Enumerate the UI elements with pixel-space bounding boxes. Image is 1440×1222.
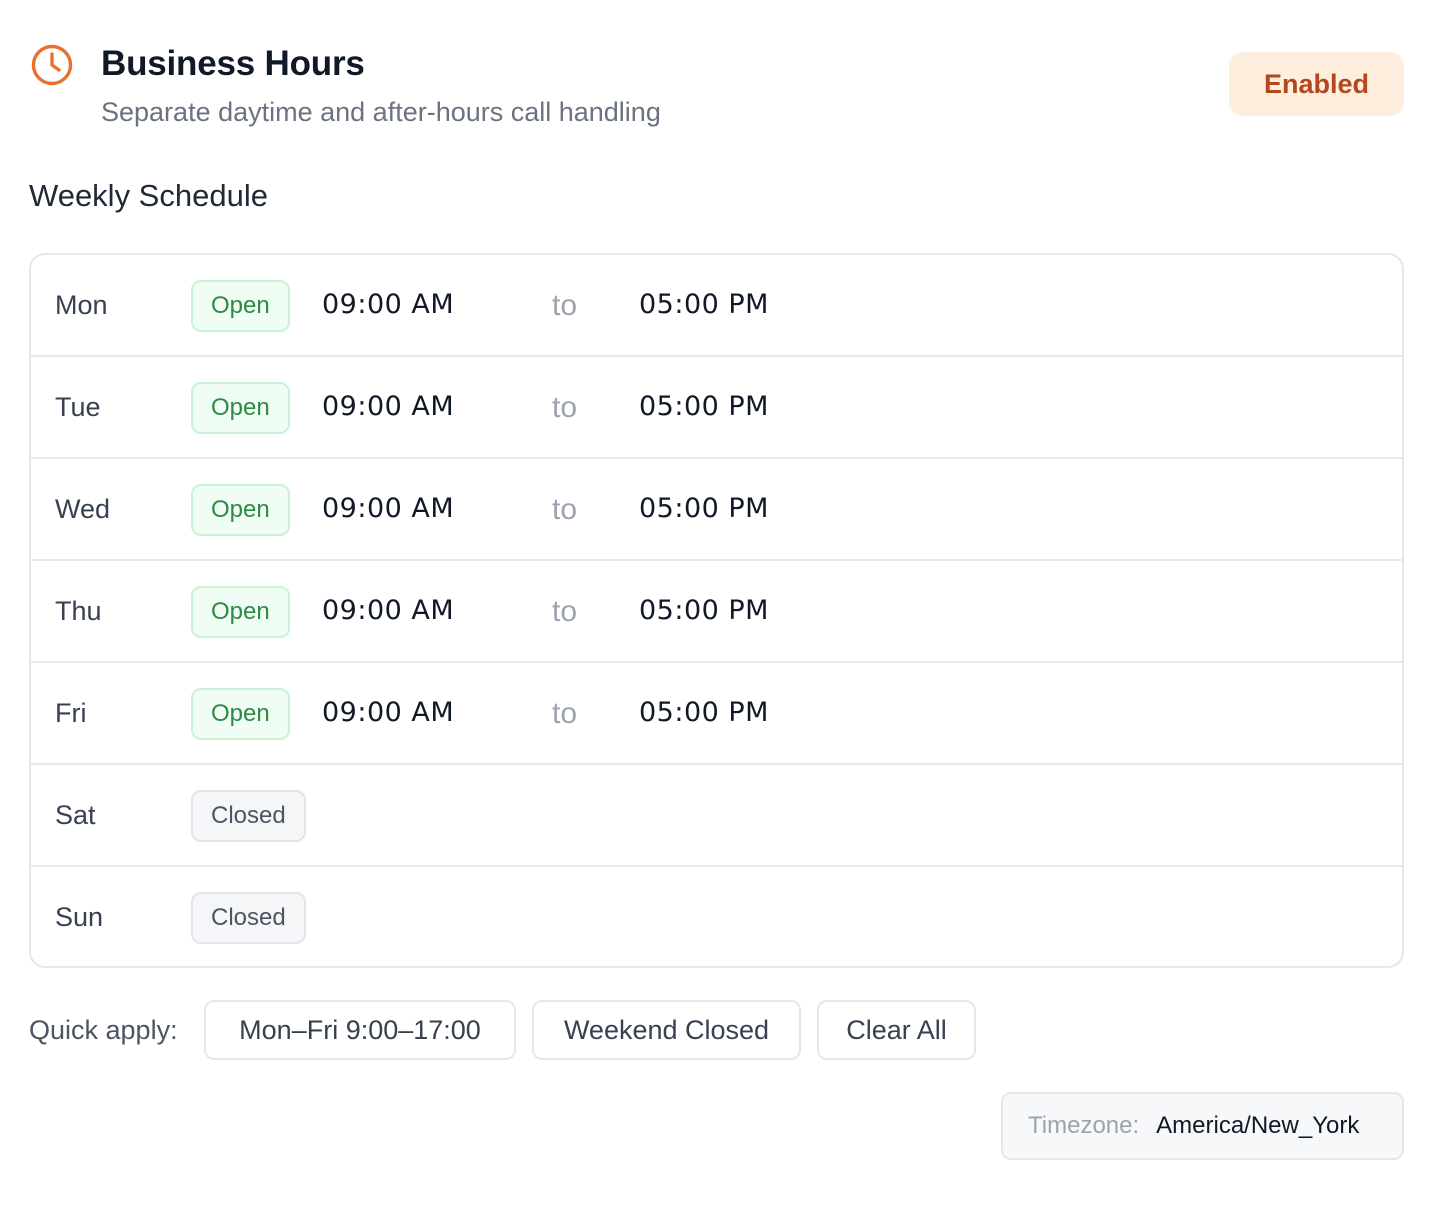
open-status-toggle[interactable]: Open bbox=[191, 484, 290, 536]
clock-icon bbox=[31, 44, 73, 86]
clear-all-button[interactable]: Clear All bbox=[817, 1000, 976, 1060]
header: Business Hours Separate daytime and afte… bbox=[0, 0, 1440, 150]
timezone-label: Timezone: bbox=[1028, 1112, 1140, 1139]
end-time-field[interactable]: 05:00 PM bbox=[639, 663, 769, 763]
to-separator: to bbox=[552, 391, 578, 424]
closed-status-toggle[interactable]: Closed bbox=[191, 892, 306, 944]
schedule-row-sat: Sat Closed bbox=[31, 765, 1402, 867]
end-time-field[interactable]: 05:00 PM bbox=[639, 357, 769, 457]
timezone-value: America/New_York bbox=[1156, 1112, 1360, 1139]
day-label: Sat bbox=[55, 800, 96, 830]
start-time-field[interactable]: 09:00 AM bbox=[322, 663, 454, 763]
weekend-closed-button[interactable]: Weekend Closed bbox=[532, 1000, 801, 1060]
page-subtitle: Separate daytime and after-hours call ha… bbox=[101, 97, 661, 127]
weekly-schedule-table: Mon Open 09:00 AM to 05:00 PM Tue Open 0… bbox=[29, 253, 1404, 968]
start-time-field[interactable]: 09:00 AM bbox=[322, 255, 454, 355]
open-status-toggle[interactable]: Open bbox=[191, 280, 290, 332]
day-label: Fri bbox=[55, 698, 87, 728]
end-time-field[interactable]: 05:00 PM bbox=[639, 459, 769, 559]
day-label: Sun bbox=[55, 902, 104, 932]
day-label: Wed bbox=[55, 494, 111, 524]
start-time-field[interactable]: 09:00 AM bbox=[322, 357, 454, 457]
timezone-selector[interactable]: Timezone: America/New_York bbox=[1001, 1092, 1404, 1160]
schedule-row-tue: Tue Open 09:00 AM to 05:00 PM bbox=[31, 357, 1402, 459]
start-time-field[interactable]: 09:00 AM bbox=[322, 561, 454, 661]
page-title: Business Hours bbox=[101, 44, 365, 83]
to-separator: to bbox=[552, 289, 578, 322]
quick-apply-label: Quick apply: bbox=[29, 1015, 178, 1045]
start-time-field[interactable]: 09:00 AM bbox=[322, 459, 454, 559]
end-time-field[interactable]: 05:00 PM bbox=[639, 561, 769, 661]
day-label: Thu bbox=[55, 596, 102, 626]
weekly-schedule-heading: Weekly Schedule bbox=[29, 178, 268, 213]
schedule-row-sun: Sun Closed bbox=[31, 867, 1402, 966]
to-separator: to bbox=[552, 595, 578, 628]
schedule-row-mon: Mon Open 09:00 AM to 05:00 PM bbox=[31, 255, 1402, 357]
quick-apply-bar: Quick apply: Mon–Fri 9:00–17:00 Weekend … bbox=[29, 1000, 1404, 1060]
enabled-status-toggle[interactable]: Enabled bbox=[1229, 52, 1404, 116]
schedule-row-fri: Fri Open 09:00 AM to 05:00 PM bbox=[31, 663, 1402, 765]
open-status-toggle[interactable]: Open bbox=[191, 586, 290, 638]
day-label: Tue bbox=[55, 392, 101, 422]
day-label: Mon bbox=[55, 290, 108, 320]
weekdays-preset-button[interactable]: Mon–Fri 9:00–17:00 bbox=[204, 1000, 516, 1060]
to-separator: to bbox=[552, 697, 578, 730]
to-separator: to bbox=[552, 493, 578, 526]
open-status-toggle[interactable]: Open bbox=[191, 688, 290, 740]
end-time-field[interactable]: 05:00 PM bbox=[639, 255, 769, 355]
closed-status-toggle[interactable]: Closed bbox=[191, 790, 306, 842]
schedule-row-thu: Thu Open 09:00 AM to 05:00 PM bbox=[31, 561, 1402, 663]
schedule-row-wed: Wed Open 09:00 AM to 05:00 PM bbox=[31, 459, 1402, 561]
open-status-toggle[interactable]: Open bbox=[191, 382, 290, 434]
